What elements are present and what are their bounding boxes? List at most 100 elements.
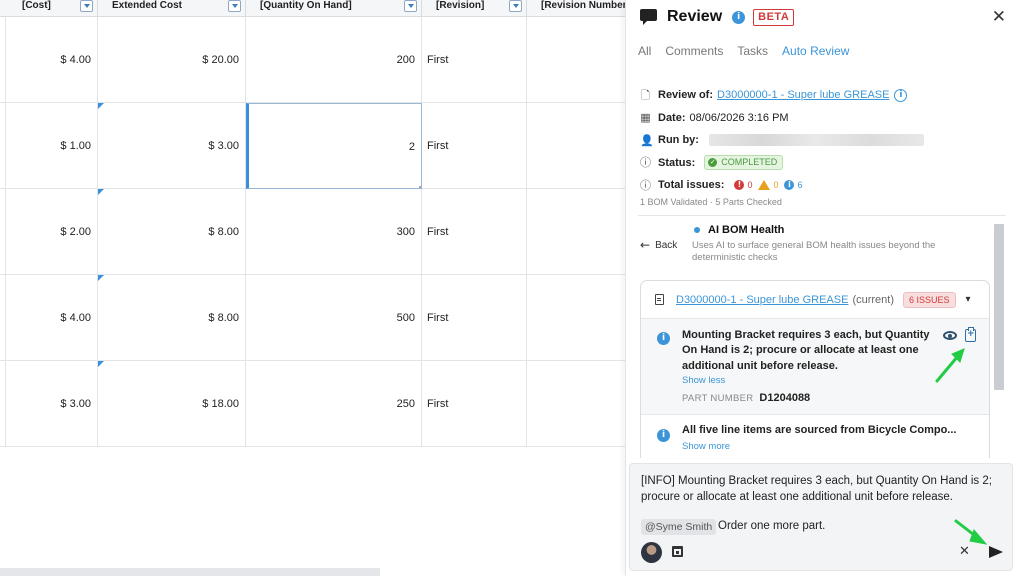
status-dot-icon [694,227,700,233]
revision-cell[interactable]: First [422,103,527,189]
warning-count: 0 [758,180,778,191]
tab-comments[interactable]: Comments [665,44,723,58]
total-issues-label: Total issues: [658,179,725,192]
calendar-icon: ▦ [640,111,651,125]
revision-number-cell[interactable] [527,103,625,189]
filter-dropdown-icon[interactable] [80,0,93,12]
revision-cell[interactable]: First [422,17,527,103]
extended-cost-cell[interactable]: $ 20.00 [98,17,246,103]
tab-all[interactable]: All [638,44,651,58]
person-icon: 👤 [640,133,654,147]
cost-cell[interactable]: $ 1.00 [5,103,98,189]
column-header-extended-cost[interactable]: Extended Cost [98,0,246,17]
composer-reply-text[interactable]: Order one more part. [718,520,825,532]
cell-comment-marker [98,361,104,367]
arrow-left-icon: ← [640,238,651,252]
cell-comment-marker [98,275,104,281]
avatar[interactable] [641,542,662,563]
info-circle-icon: ⓘ [640,156,651,170]
run-by-line: 👤 Run by: [640,129,1010,152]
cost-cell[interactable]: $ 4.00 [5,17,98,103]
quantity-cell-selected[interactable]: 2 [246,103,422,189]
panel-vertical-scrollbar[interactable] [994,224,1004,390]
info-icon: i [657,429,670,442]
calendar-icon[interactable] [672,546,683,557]
composer-quoted-text[interactable]: [INFO] Mounting Bracket requires 3 each,… [641,474,1001,505]
back-label: Back [655,239,678,251]
show-less-link[interactable]: Show less [682,375,725,386]
extended-cost-cell[interactable]: $ 18.00 [98,361,246,447]
review-tabs: All Comments Tasks Auto Review [638,44,863,58]
quantity-cell[interactable]: 200 [246,17,422,103]
column-header-label: [Revision] [436,0,485,11]
tab-auto-review[interactable]: Auto Review [782,44,849,58]
review-of-line: 🗋 Review of: D3000000-1 - Super lube GRE… [640,84,1010,107]
cell-comment-marker [98,103,104,109]
horizontal-scrollbar[interactable] [0,568,380,576]
table-row: $ 1.00 $ 3.00 2 First [0,103,625,189]
column-header-revision[interactable]: [Revision] [422,0,527,17]
table-row: $ 4.00 $ 20.00 200 First [0,17,625,103]
quantity-cell[interactable]: 250 [246,361,422,447]
back-button[interactable]: ← Back [640,238,677,252]
cancel-comment-button[interactable]: ✕ [959,544,970,559]
review-of-link[interactable]: D3000000-1 - Super lube GREASE [717,89,889,101]
info-icon: i [657,332,670,345]
extended-cost-cell[interactable]: $ 8.00 [98,189,246,275]
status-value: COMPLETED [721,157,778,168]
cost-cell[interactable]: $ 3.00 [5,361,98,447]
cell-value: $ 8.00 [208,226,239,238]
chevron-down-icon[interactable]: ▾ [966,294,971,305]
send-icon[interactable] [989,546,1003,558]
column-header-revision-number[interactable]: [Revision Number [527,0,625,17]
quantity-cell[interactable]: 500 [246,275,422,361]
panel-title: Review [667,8,723,25]
close-panel-button[interactable]: ✕ [992,7,1006,27]
column-header-cost[interactable]: [Cost] [0,0,98,17]
card-header[interactable]: D3000000-1 - Super lube GREASE (current)… [641,281,989,319]
bom-link[interactable]: D3000000-1 - Super lube GREASE [676,294,848,306]
info-icon[interactable]: i [732,10,746,24]
divider [638,215,1006,216]
part-number-label: PART NUMBER [682,393,754,404]
show-more-link[interactable]: Show more [682,441,730,452]
add-task-clipboard-icon[interactable] [965,327,976,342]
info-count: i6 [784,180,802,191]
revision-number-cell[interactable] [527,189,625,275]
revision-number-cell[interactable] [527,361,625,447]
revision-cell[interactable]: First [422,275,527,361]
revision-number-cell[interactable] [527,17,625,103]
error-icon: ! [734,180,745,191]
total-issues-line: ⓘ Total issues: ! 0 0 i6 [640,174,1010,197]
filter-dropdown-icon[interactable] [228,0,241,12]
mention-chip[interactable]: @Syme Smith [641,519,717,535]
cell-value: $ 8.00 [208,312,239,324]
column-header-quantity-on-hand[interactable]: [Quantity On Hand] [246,0,422,17]
table-row: $ 2.00 $ 8.00 300 First [0,189,625,275]
auto-review-results: ← Back AI BOM Health Uses AI to surface … [638,222,1006,458]
quantity-cell[interactable]: 300 [246,189,422,275]
issue-item[interactable]: i Mounting Bracket requires 3 each, but … [641,319,989,415]
revision-cell[interactable]: First [422,361,527,447]
eye-icon[interactable] [943,331,957,340]
cell-value: $ 18.00 [202,398,239,410]
panel-header: Review i BETA [640,6,795,28]
comment-composer[interactable]: [INFO] Mounting Bracket requires 3 each,… [629,463,1013,571]
check-header: AI BOM Health [694,224,784,236]
error-count-value: 0 [747,180,753,191]
extended-cost-cell[interactable]: $ 8.00 [98,275,246,361]
status-label: Status: [658,156,696,169]
revision-number-cell[interactable] [527,275,625,361]
date-line: ▦ Date: 08/06/2026 3:16 PM [640,107,1010,130]
review-of-label: Review of: [658,89,714,102]
info-outline-icon[interactable]: i [894,88,908,102]
cost-cell[interactable]: $ 4.00 [5,275,98,361]
extended-cost-cell[interactable]: $ 3.00 [98,103,246,189]
issue-item[interactable]: i All five line items are sourced from B… [641,415,989,458]
cost-cell[interactable]: $ 2.00 [5,189,98,275]
filter-dropdown-icon[interactable] [509,0,522,12]
filter-dropdown-icon[interactable] [404,0,417,12]
revision-cell[interactable]: First [422,189,527,275]
bom-spreadsheet: [Cost] Extended Cost [Quantity On Hand] … [0,0,625,576]
tab-tasks[interactable]: Tasks [737,44,768,58]
